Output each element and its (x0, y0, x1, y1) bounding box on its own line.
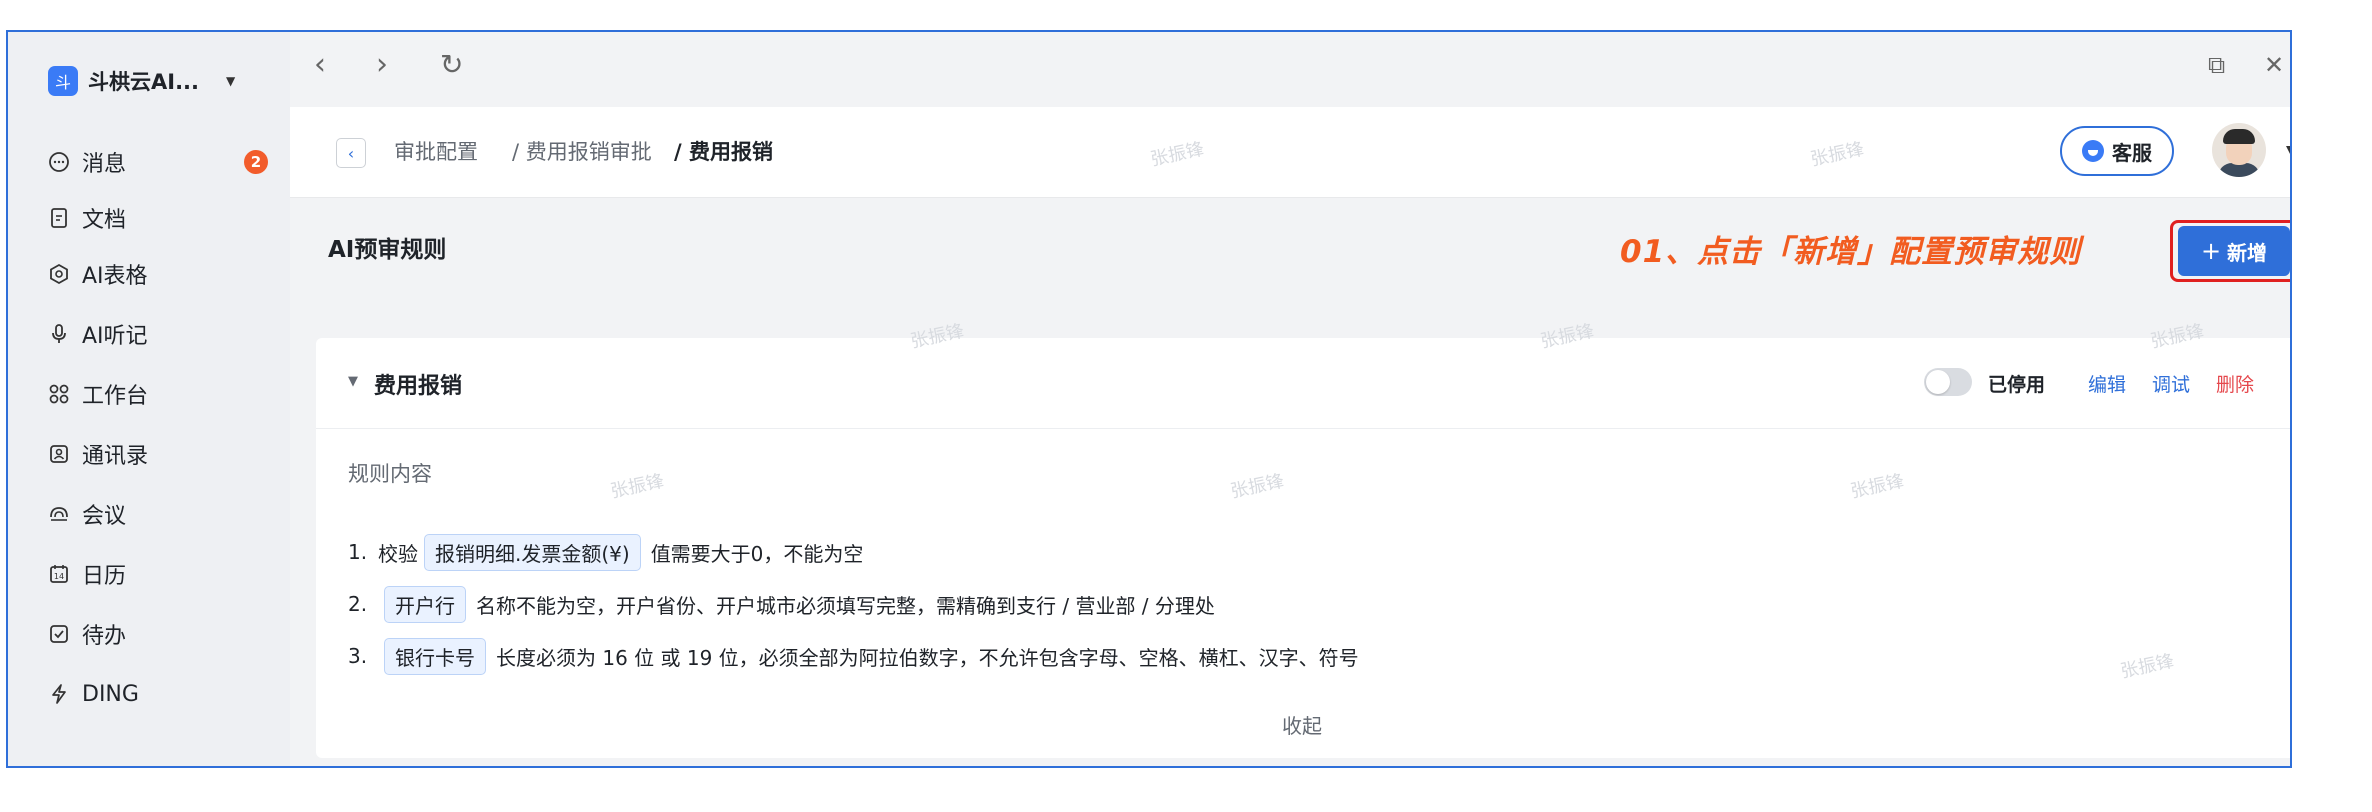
main-area: ‹ › ↻ ⧉ ✕ ‹ 审批配置 / 费用报销审批 / 费用报销 客服 ▼ AI… (290, 32, 2290, 766)
sidebar-item-label: AI表格 (82, 264, 148, 289)
rule-item: 1. 校验 报销明细.发票金额(¥) 值需要大于0，不能为空 (348, 532, 863, 572)
field-tag: 开户行 (384, 585, 466, 623)
tutorial-annotation: 01、点击「新增」配置预审规则 (1620, 234, 2082, 270)
chevron-down-icon[interactable]: ▼ (2286, 143, 2290, 159)
rule-content-label: 规则内容 (348, 462, 432, 486)
breadcrumb-link[interactable]: 审批配置 (394, 136, 478, 166)
plus-icon: + (2200, 237, 2222, 265)
sidebar-item-label: 消息 (82, 152, 127, 177)
sidebar-item-label: AI听记 (82, 324, 148, 349)
status-label: 已停用 (1988, 374, 2046, 396)
document-icon (48, 207, 70, 229)
enable-toggle[interactable] (1924, 368, 1972, 396)
breadcrumb-current: / 费用报销 (674, 140, 773, 164)
sidebar: 斗 斗栱云AI... ▼ 消息 2 文档 AI表格 AI听记 工作台 通讯录 会… (8, 32, 290, 766)
back-icon[interactable]: ‹ (314, 50, 326, 80)
page-title: AI预审规则 (328, 237, 447, 263)
microphone-icon (48, 323, 70, 345)
collapse-caret-icon[interactable]: ▼ (348, 374, 358, 389)
section-toolbar: AI预审规则 01、点击「新增」配置预审规则 + 新增 (290, 198, 2290, 298)
service-label: 客服 (2112, 140, 2152, 165)
sidebar-item-label: 日历 (82, 564, 127, 589)
workbench-icon (48, 383, 70, 405)
chat-icon (48, 151, 70, 173)
refresh-icon[interactable]: ↻ (440, 50, 463, 80)
delete-link[interactable]: 删除 (2216, 370, 2254, 397)
sidebar-item-label: 待办 (82, 624, 127, 649)
sidebar-item-label: 工作台 (82, 384, 149, 409)
contacts-icon (48, 443, 70, 465)
meeting-icon (48, 503, 70, 525)
org-logo-icon: 斗 (48, 66, 78, 96)
rule-item: 3. 银行卡号 长度必须为 16 位 或 19 位，必须全部为阿拉伯数字，不允许… (348, 636, 1359, 676)
edit-link[interactable]: 编辑 (2088, 370, 2126, 397)
sidebar-item-label: 文档 (82, 208, 127, 233)
svg-text:14: 14 (54, 572, 64, 581)
unread-badge: 2 (244, 150, 268, 174)
add-label: 新增 (2227, 240, 2268, 265)
sidebar-item-workbench[interactable]: 工作台 (48, 374, 148, 414)
calendar-icon: 14 (48, 563, 70, 585)
app-window: 斗 斗栱云AI... ▼ 消息 2 文档 AI表格 AI听记 工作台 通讯录 会… (6, 30, 2292, 768)
field-tag: 银行卡号 (384, 637, 486, 675)
rule-title: 费用报销 (374, 374, 463, 399)
org-name: 斗栱云AI... (88, 70, 199, 94)
back-button[interactable]: ‹ (336, 138, 366, 168)
sidebar-item-ai-table[interactable]: AI表格 (48, 254, 148, 294)
sidebar-item-label: DING (82, 681, 139, 707)
sidebar-item-calendar[interactable]: 14 日历 (48, 554, 126, 594)
sidebar-item-todo[interactable]: 待办 (48, 614, 126, 654)
ai-table-icon (48, 263, 70, 285)
test-link[interactable]: 调试 (2152, 370, 2190, 397)
rule-item: 2. 开户行 名称不能为空，开户省份、开户城市必须填写完整，需精确到支行 / 营… (348, 584, 1215, 624)
org-switcher[interactable]: 斗 斗栱云AI... (48, 66, 199, 96)
collapse-button[interactable]: 收起 (1282, 710, 1322, 739)
browser-toolbar: ‹ › ↻ ⧉ ✕ (290, 32, 2290, 102)
close-icon[interactable]: ✕ (2264, 50, 2284, 80)
sidebar-item-ding[interactable]: DING (48, 674, 139, 714)
customer-service-button[interactable]: 客服 (2060, 126, 2174, 176)
avatar[interactable] (2212, 123, 2266, 177)
sidebar-item-ai-notes[interactable]: AI听记 (48, 314, 148, 354)
field-tag: 报销明细.发票金额(¥) (424, 533, 641, 571)
sidebar-item-messages[interactable]: 消息 (48, 142, 126, 182)
breadcrumb-link[interactable]: / 费用报销审批 (512, 136, 652, 166)
headset-icon (2082, 140, 2104, 162)
sidebar-item-label: 会议 (82, 504, 127, 529)
ding-icon (48, 683, 70, 705)
rule-card-header: ▼ 费用报销 已停用 编辑 调试 删除 (316, 338, 2290, 429)
sidebar-item-docs[interactable]: 文档 (48, 198, 126, 238)
rule-card: ▼ 费用报销 已停用 编辑 调试 删除 规则内容 1. 校验 报销明细.发票金额… (316, 338, 2290, 758)
chevron-down-icon[interactable]: ▼ (226, 74, 235, 88)
add-rule-button[interactable]: + 新增 (2178, 226, 2290, 276)
sidebar-item-meeting[interactable]: 会议 (48, 494, 126, 534)
forward-icon[interactable]: › (376, 50, 388, 80)
sidebar-item-label: 通讯录 (82, 444, 149, 469)
popout-icon[interactable]: ⧉ (2208, 50, 2225, 80)
breadcrumb: ‹ 审批配置 / 费用报销审批 / 费用报销 客服 ▼ (290, 107, 2290, 198)
sidebar-item-contacts[interactable]: 通讯录 (48, 434, 148, 474)
todo-icon (48, 623, 70, 645)
